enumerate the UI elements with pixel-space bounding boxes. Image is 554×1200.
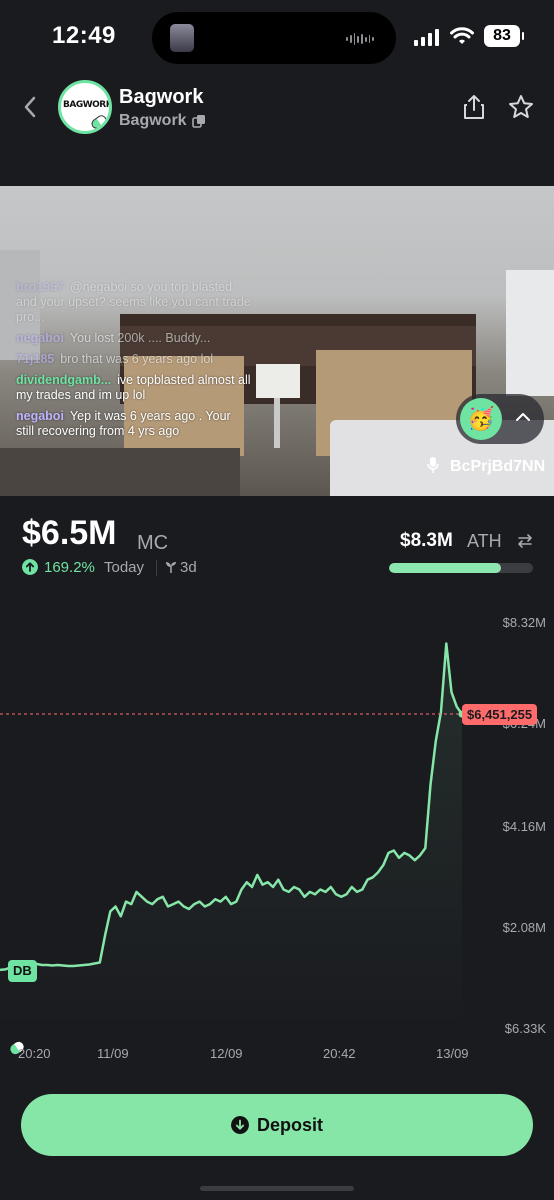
favorite-star-icon[interactable]: [508, 94, 534, 120]
status-time: 12:49: [52, 22, 116, 49]
x-axis-tick: 11/09: [97, 1046, 129, 1061]
copy-icon[interactable]: [192, 114, 206, 128]
swap-arrows-icon[interactable]: [516, 532, 534, 550]
video-scene: [256, 364, 300, 398]
price-change-period: Today: [104, 559, 145, 576]
now-playing-thumbnail: [170, 24, 194, 52]
livestream-video[interactable]: bro1957 @negaboi so you top blasted and y…: [0, 186, 554, 496]
ath-value: $8.3M: [400, 530, 453, 551]
reaction-emoji[interactable]: 🥳: [460, 398, 502, 440]
chat-username[interactable]: 71j185: [16, 352, 54, 366]
y-axis-tick: $2.08M: [502, 920, 546, 935]
arrow-down-circle-icon: [230, 1116, 249, 1134]
token-ticker: Bagwork: [119, 112, 187, 129]
video-scene: [0, 448, 240, 496]
chat-text: You lost 200k .... Buddy...: [69, 331, 211, 345]
token-header: BAGWORK Bagwork Bagwork: [0, 76, 554, 186]
streamer-address[interactable]: BcPrjBd7NN: [450, 458, 545, 476]
video-scene: [506, 270, 554, 396]
chat-message: negaboi Yep it was 6 years ago . Your sti…: [16, 409, 252, 439]
deposit-button[interactable]: Deposit: [21, 1094, 533, 1156]
current-price-tag: $6,451,255: [462, 704, 538, 726]
price-chart-svg: [0, 642, 466, 1028]
avatar-logo-text: BAGWORK: [63, 100, 112, 110]
divider: [156, 560, 157, 576]
price-change-percent: 169.2%: [44, 559, 95, 576]
ath-progress-bar: [389, 563, 533, 573]
y-axis-tick: $4.16M: [502, 819, 546, 834]
share-icon[interactable]: [462, 94, 486, 120]
chat-message: 71j185 bro that was 6 years ago lol: [16, 352, 252, 367]
cellular-signal-icon: [414, 28, 439, 46]
market-cap-value: $6.5M: [22, 514, 117, 552]
home-indicator[interactable]: [200, 1186, 354, 1191]
chat-message: negaboi You lost 200k .... Buddy...: [16, 331, 252, 346]
chat-message: bro1957 @negaboi so you top blasted and y…: [16, 280, 252, 325]
x-axis-tick: 13/09: [436, 1046, 469, 1061]
price-chart[interactable]: $8.32M $6.24M $4.16M $2.08M $6.33K $6,45…: [0, 600, 554, 1070]
ath-progress-fill: [389, 563, 502, 573]
arrow-up-circle-icon: [22, 559, 38, 575]
token-avatar: BAGWORK: [58, 80, 112, 134]
start-marker-badge[interactable]: DB: [8, 960, 37, 982]
chat-username[interactable]: bro1957: [16, 280, 64, 294]
y-axis-tick: $8.32M: [502, 615, 546, 630]
chevron-up-icon[interactable]: [514, 408, 532, 426]
wifi-icon: [450, 27, 474, 44]
status-bar: 12:49 83: [0, 0, 554, 76]
chat-text: bro that was 6 years ago lol: [60, 352, 214, 366]
pill-icon: [89, 113, 109, 131]
microphone-icon: [427, 457, 439, 473]
price-area: [0, 643, 462, 1028]
stream-chat: bro1957 @negaboi so you top blasted and y…: [16, 280, 252, 445]
audio-wave-icon: [346, 32, 374, 46]
dynamic-island[interactable]: [152, 12, 396, 64]
token-name: Bagwork: [119, 86, 204, 108]
x-axis-tick: 20:20: [18, 1046, 51, 1061]
market-cap-label: MC: [137, 532, 169, 554]
ath-label: ATH: [467, 531, 502, 551]
battery-indicator: 83: [484, 25, 524, 47]
sprout-icon: [166, 562, 176, 573]
reaction-toggle[interactable]: 🥳: [456, 394, 544, 444]
y-axis-tick: $6.33K: [504, 1021, 546, 1036]
chat-username[interactable]: negaboi: [16, 331, 64, 345]
video-scene: [274, 398, 280, 448]
back-icon[interactable]: [18, 94, 44, 120]
x-axis-tick: 20:42: [323, 1046, 356, 1061]
deposit-label: Deposit: [256, 1114, 323, 1135]
x-axis-tick: 12/09: [210, 1046, 243, 1061]
chat-username[interactable]: negaboi: [16, 409, 64, 423]
token-age: 3d: [180, 559, 197, 576]
chat-username[interactable]: dividendgamb...: [16, 373, 111, 387]
chat-message: dividendgamb... ive topblasted almost all…: [16, 373, 252, 403]
